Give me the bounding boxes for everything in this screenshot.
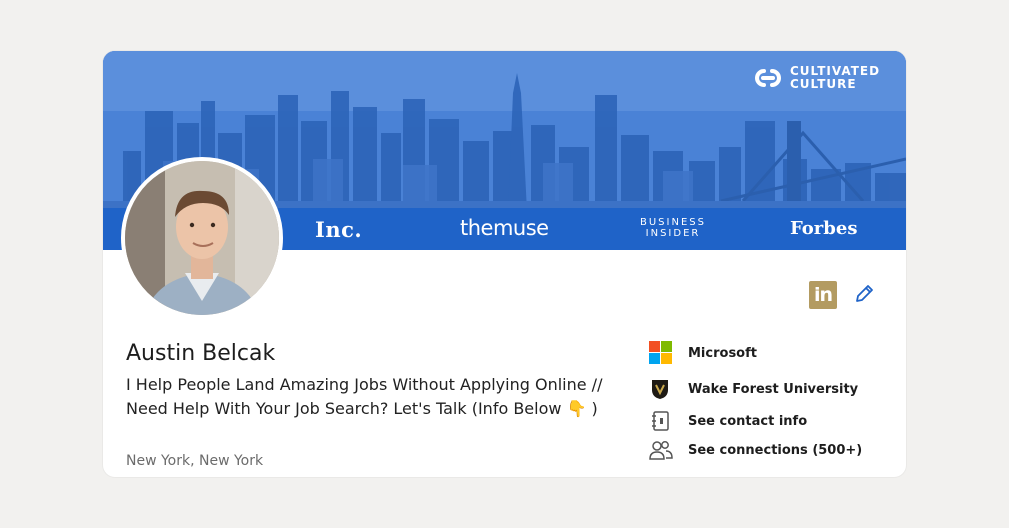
sidebar-item-contact-info[interactable]: See contact info [649, 409, 807, 433]
profile-card: CULTIVATED CULTURE Inc. themuse BUSINESS… [103, 51, 906, 477]
profile-photo [125, 161, 279, 315]
profile-name: Austin Belcak [126, 341, 276, 366]
contact-card-icon [649, 409, 675, 433]
sidebar-item-label: Microsoft [688, 345, 757, 361]
business-insider-logo: BUSINESS INSIDER [640, 217, 706, 239]
profile-avatar[interactable] [121, 157, 283, 319]
chain-link-icon [755, 69, 781, 87]
pencil-edit-icon[interactable] [853, 283, 875, 305]
sidebar-item-label: See contact info [688, 413, 808, 429]
inc-logo: Inc. [315, 217, 363, 242]
sidebar-item-label: See connections (500+) [688, 442, 863, 458]
sidebar-item-label: Wake Forest University [688, 381, 859, 397]
profile-location: New York, New York [126, 453, 264, 469]
sidebar-item-connections[interactable]: See connections (500+) [649, 438, 862, 462]
microsoft-logo-icon [649, 341, 675, 365]
forbes-logo: Forbes [790, 218, 858, 239]
people-icon [649, 438, 675, 462]
sidebar-item-wake-forest[interactable]: Wake Forest University [649, 377, 858, 401]
profile-headline: I Help People Land Amazing Jobs Without … [126, 375, 603, 418]
themuse-logo: themuse [460, 216, 549, 240]
brand-logo-text: CULTIVATED CULTURE [790, 64, 881, 91]
wake-forest-logo-icon [649, 377, 675, 401]
linkedin-icon[interactable]: in [809, 281, 837, 309]
sidebar-item-microsoft[interactable]: Microsoft [649, 341, 757, 365]
cultivated-culture-logo: CULTIVATED CULTURE [751, 65, 880, 91]
